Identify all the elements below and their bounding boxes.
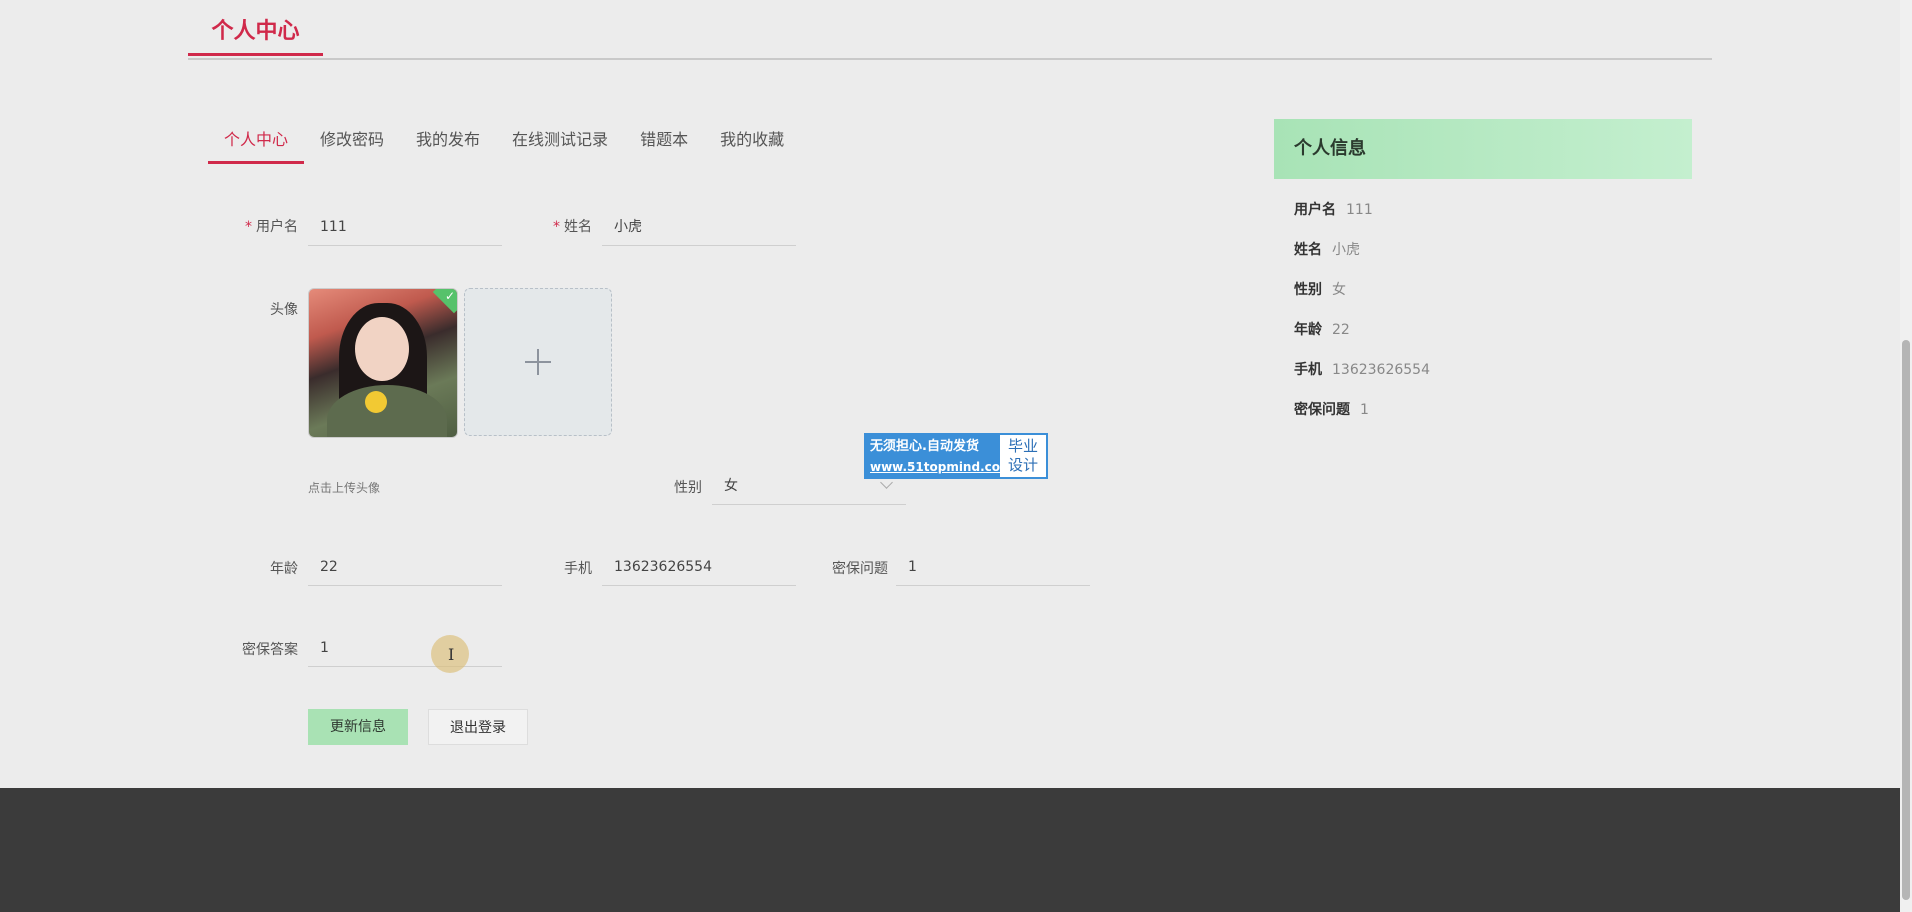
phone-label: 手机 bbox=[564, 561, 592, 577]
tab-profile[interactable]: 个人中心 bbox=[208, 124, 305, 164]
required-mark: * bbox=[245, 219, 252, 235]
avatar-image[interactable]: ✓ bbox=[308, 288, 458, 438]
required-mark: * bbox=[553, 219, 560, 235]
check-icon: ✓ bbox=[444, 289, 455, 303]
age-input[interactable]: 22 bbox=[308, 548, 502, 586]
info-row-gender: 性别女 bbox=[1294, 282, 1346, 298]
name-label: * 姓名 bbox=[553, 219, 592, 235]
security-question-label: 密保问题 bbox=[832, 561, 888, 577]
scrollbar-thumb[interactable] bbox=[1902, 340, 1910, 900]
text-cursor-icon: I bbox=[448, 645, 455, 664]
personal-info-panel: 个人信息 用户名 111 姓名 小虎 性别女 年龄 22 手机 13623626554 … bbox=[1274, 119, 1692, 418]
security-answer-input[interactable]: 1 bbox=[308, 629, 502, 667]
flower bbox=[365, 391, 387, 413]
gender-label: 性别 bbox=[674, 480, 702, 496]
tab-my-posts[interactable]: 我的发布 bbox=[400, 124, 496, 164]
avatar-label: 头像 bbox=[270, 302, 298, 318]
tab-wrong-questions[interactable]: 错题本 bbox=[624, 124, 704, 164]
info-row-age: 年龄 22 bbox=[1294, 322, 1350, 338]
info-panel-title: 个人信息 bbox=[1274, 119, 1692, 179]
watermark-line2: www.51topmind.com bbox=[870, 460, 1013, 474]
scrollbar[interactable] bbox=[1900, 0, 1912, 912]
info-row-phone: 手机 13623626554 bbox=[1294, 362, 1430, 378]
plus-icon bbox=[525, 349, 551, 375]
footer bbox=[0, 788, 1900, 912]
security-question-input[interactable]: 1 bbox=[896, 548, 1090, 586]
page: 个人中心 个人中心 修改密码 我的发布 在线测试记录 错题本 我的收藏 * 用户名… bbox=[0, 0, 1912, 912]
logout-button[interactable]: 退出登录 bbox=[428, 709, 528, 745]
tab-bar: 个人中心 修改密码 我的发布 在线测试记录 错题本 我的收藏 bbox=[208, 124, 800, 166]
info-row-name: 姓名 小虎 bbox=[1294, 242, 1360, 258]
update-info-button[interactable]: 更新信息 bbox=[308, 709, 408, 745]
username-label: * 用户名 bbox=[245, 219, 298, 235]
upload-avatar-button[interactable] bbox=[464, 288, 612, 436]
watermark-right2: 设计 bbox=[1007, 456, 1038, 474]
tab-favorites[interactable]: 我的收藏 bbox=[704, 124, 800, 164]
page-header: 个人中心 bbox=[188, 0, 1712, 60]
tab-change-password[interactable]: 修改密码 bbox=[304, 124, 400, 164]
watermark-badge: 无须担心.自动发货 www.51topmind.com 毕业 设计 bbox=[864, 433, 1048, 479]
watermark-right1: 毕业 bbox=[1007, 437, 1038, 455]
page-title: 个人中心 bbox=[188, 14, 323, 56]
watermark-line1: 无须担心.自动发货 bbox=[870, 439, 979, 454]
tab-test-records[interactable]: 在线测试记录 bbox=[496, 124, 624, 164]
avatar-hint: 点击上传头像 bbox=[308, 481, 381, 495]
info-row-security-question: 密保问题 1 bbox=[1294, 402, 1369, 418]
name-input[interactable]: 小虎 bbox=[602, 208, 796, 246]
security-answer-label: 密保答案 bbox=[242, 642, 298, 658]
phone-input[interactable]: 13623626554 bbox=[602, 548, 796, 586]
username-input[interactable]: 111 bbox=[308, 208, 502, 246]
info-row-username: 用户名 111 bbox=[1294, 202, 1373, 218]
age-label: 年龄 bbox=[270, 561, 298, 577]
